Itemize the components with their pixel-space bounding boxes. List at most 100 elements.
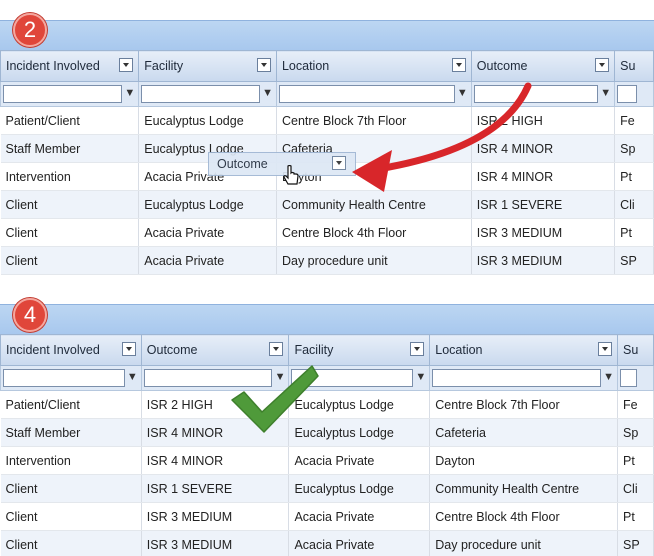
table-cell: ISR 3 MEDIUM	[471, 218, 616, 247]
filter-input[interactable]	[432, 369, 602, 387]
table-cell: ISR 1 SEVERE	[471, 190, 616, 219]
table-row[interactable]: Intervention ISR 4 MINOR Acacia Private Day…	[0, 446, 654, 475]
table-cell: Sp	[614, 134, 654, 163]
filter-cell	[614, 81, 654, 107]
table-cell: ISR 4 MINOR	[141, 446, 290, 475]
table-cell: Cli	[617, 474, 654, 503]
filter-input[interactable]	[620, 369, 637, 387]
table-cell: Client	[0, 246, 140, 275]
filter-funnel-icon[interactable]: ▼	[603, 371, 614, 383]
table-row[interactable]: Client ISR 3 MEDIUM Acacia Private Centre B…	[0, 502, 654, 531]
table-row[interactable]: Client Eucalyptus Lodge Community Health C…	[0, 190, 654, 219]
filter-funnel-icon[interactable]: ▼	[415, 371, 426, 383]
table-cell: Cafeteria	[429, 418, 619, 447]
column-header-label: Facility	[144, 59, 184, 73]
column-header-label: Su	[623, 343, 639, 357]
column-header-label: Incident Involved	[6, 343, 100, 357]
table-cell: Acacia Private	[138, 218, 277, 247]
table-cell: Pt	[614, 218, 654, 247]
chevron-down-icon[interactable]	[598, 342, 613, 356]
table-cell: Acacia Private	[138, 246, 277, 275]
filter-cell: ▼	[0, 365, 142, 391]
column-header-label: Outcome	[146, 343, 198, 357]
table-cell: Client	[0, 190, 140, 219]
table-cell: Pt	[617, 502, 654, 531]
table-cell: Acacia Private	[288, 502, 431, 531]
column-header-incident-involved[interactable]: Incident Involved	[0, 50, 140, 82]
filter-funnel-icon[interactable]: ▼	[262, 87, 273, 99]
column-header-su[interactable]: Su	[614, 50, 654, 82]
filter-cell: ▼	[429, 365, 619, 391]
group-by-bar	[0, 304, 654, 334]
filter-input[interactable]	[617, 85, 637, 103]
chevron-down-icon[interactable]	[410, 342, 425, 356]
filter-input[interactable]	[141, 85, 260, 103]
filter-funnel-icon[interactable]: ▼	[457, 87, 468, 99]
table-row[interactable]: Staff Member ISR 4 MINOR Eucalyptus Lodge C…	[0, 418, 654, 447]
filter-funnel-icon[interactable]: ▼	[600, 87, 611, 99]
filter-cell	[617, 365, 654, 391]
filter-funnel-icon[interactable]: ▼	[127, 371, 138, 383]
column-header-row: Incident Involved Facility Location Outc…	[0, 50, 654, 82]
filter-row: ▼ ▼ ▼ ▼	[0, 81, 654, 107]
table-cell: ISR 3 MEDIUM	[471, 246, 616, 275]
column-header-label: Location	[435, 343, 483, 357]
chevron-down-icon[interactable]	[595, 58, 610, 72]
filter-input[interactable]	[3, 369, 125, 387]
table-row[interactable]: Patient/Client Eucalyptus Lodge Centre Blo…	[0, 106, 654, 135]
column-header-location[interactable]: Location	[275, 50, 472, 82]
column-header-outcome[interactable]: Outcome	[470, 50, 616, 82]
table-cell: Community Health Centre	[429, 474, 619, 503]
filter-input[interactable]	[473, 85, 599, 103]
step-badge: 2	[13, 13, 47, 47]
table-cell: Eucalyptus Lodge	[288, 474, 431, 503]
table-cell: ISR 2 HIGH	[471, 106, 616, 135]
table-cell: Community Health Centre	[276, 190, 472, 219]
table-cell: Acacia Private	[288, 446, 431, 475]
table-cell: Sp	[617, 418, 654, 447]
grid-panel-step-4: 4 Incident Involved Outcome Facility Loc…	[0, 284, 654, 556]
table-row[interactable]: Client Acacia Private Day procedure unit IS…	[0, 246, 654, 275]
table-row[interactable]: Patient/Client ISR 2 HIGH Eucalyptus Lodge…	[0, 390, 654, 419]
table-cell: Acacia Private	[288, 530, 431, 556]
incident-grid-after: Incident Involved Outcome Facility Locat…	[0, 334, 654, 556]
column-header-incident-involved[interactable]: Incident Involved	[0, 334, 142, 366]
group-by-bar	[0, 20, 654, 50]
table-cell: Pt	[614, 162, 654, 191]
table-row[interactable]: Client ISR 3 MEDIUM Acacia Private Day proc…	[0, 530, 654, 556]
filter-cell: ▼	[470, 81, 616, 107]
table-row[interactable]: Client ISR 1 SEVERE Eucalyptus Lodge Commun…	[0, 474, 654, 503]
chevron-down-icon[interactable]	[121, 342, 136, 356]
chevron-down-icon[interactable]	[269, 342, 284, 356]
table-cell: Pt	[617, 446, 654, 475]
table-cell: Centre Block 4th Floor	[276, 218, 472, 247]
table-cell: ISR 1 SEVERE	[141, 474, 290, 503]
table-cell: SP	[614, 246, 654, 275]
green-checkmark-icon	[231, 365, 319, 433]
table-cell: Fe	[617, 390, 654, 419]
table-cell: ISR 4 MINOR	[471, 162, 616, 191]
filter-input[interactable]	[3, 85, 123, 103]
hand-cursor-icon	[283, 165, 299, 185]
filter-funnel-icon[interactable]: ▼	[124, 87, 135, 99]
table-cell: Client	[0, 502, 142, 531]
chevron-down-icon[interactable]	[256, 58, 271, 72]
table-cell: Eucalyptus Lodge	[138, 106, 277, 135]
table-row[interactable]: Client Acacia Private Centre Block 4th Flo…	[0, 218, 654, 247]
dragged-column-label: Outcome	[217, 157, 268, 171]
table-cell: ISR 4 MINOR	[471, 134, 616, 163]
table-cell: Client	[0, 218, 140, 247]
column-header-su[interactable]: Su	[617, 334, 654, 366]
chevron-down-icon[interactable]	[451, 58, 466, 72]
column-header-location[interactable]: Location	[429, 334, 619, 366]
column-header-outcome[interactable]: Outcome	[140, 334, 290, 366]
column-header-facility[interactable]: Facility	[288, 334, 431, 366]
chevron-down-icon[interactable]	[119, 58, 134, 72]
filter-input[interactable]	[278, 85, 455, 103]
table-cell: Intervention	[0, 162, 140, 191]
step-badge: 4	[13, 298, 47, 332]
table-cell: Fe	[614, 106, 654, 135]
column-header-label: Facility	[294, 343, 334, 357]
table-cell: Cli	[614, 190, 654, 219]
column-header-facility[interactable]: Facility	[138, 50, 277, 82]
